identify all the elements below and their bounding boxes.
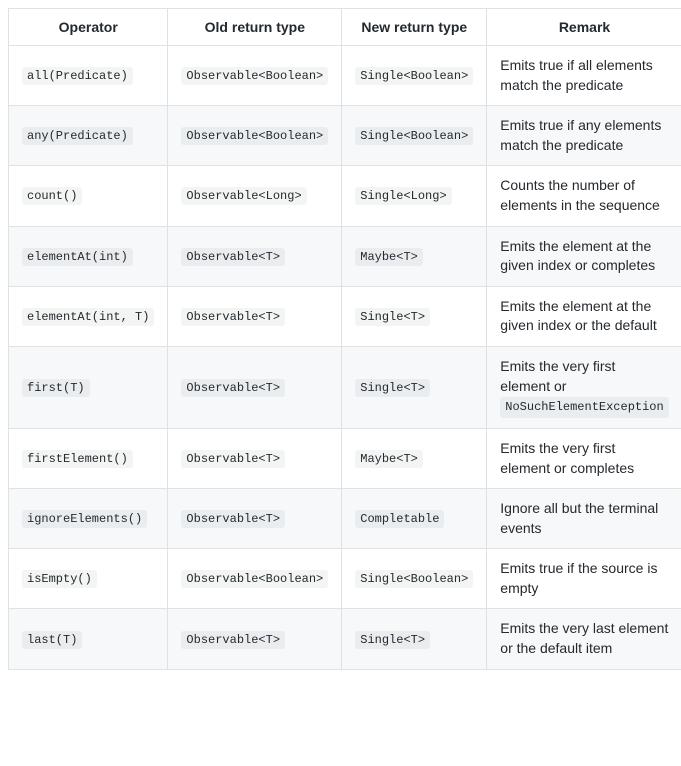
cell-operator: ignoreElements(): [9, 489, 168, 549]
old-return-code: Observable<T>: [181, 308, 285, 326]
operator-code: elementAt(int, T): [22, 308, 154, 326]
cell-old-return: Observable<Boolean>: [168, 46, 342, 106]
cell-remark: Emits the element at the given index or …: [487, 286, 681, 346]
new-return-code: Single<Boolean>: [355, 127, 473, 145]
old-return-code: Observable<Boolean>: [181, 570, 328, 588]
cell-old-return: Observable<T>: [168, 609, 342, 669]
table-row: all(Predicate) Observable<Boolean> Singl…: [9, 46, 681, 106]
cell-operator: firstElement(): [9, 428, 168, 488]
new-return-code: Single<T>: [355, 379, 430, 397]
remark-text: Emits true if all elements match the pre…: [500, 57, 653, 93]
new-return-code: Single<T>: [355, 308, 430, 326]
cell-remark: Emits the very first element or NoSuchEl…: [487, 346, 681, 428]
operator-code: firstElement(): [22, 450, 133, 468]
cell-remark: Emits the element at the given index or …: [487, 226, 681, 286]
old-return-code: Observable<Boolean>: [181, 67, 328, 85]
cell-old-return: Observable<T>: [168, 428, 342, 488]
operator-code: count(): [22, 187, 82, 205]
cell-new-return: Single<T>: [342, 609, 487, 669]
cell-remark: Emits true if the source is empty: [487, 549, 681, 609]
new-return-code: Single<Long>: [355, 187, 451, 205]
cell-remark: Ignore all but the terminal events: [487, 489, 681, 549]
remark-text: Ignore all but the terminal events: [500, 500, 658, 536]
cell-new-return: Single<Boolean>: [342, 106, 487, 166]
table-row: firstElement() Observable<T> Maybe<T> Em…: [9, 428, 681, 488]
remark-text: Emits the very first element or complete…: [500, 440, 634, 476]
remark-text: Emits true if the source is empty: [500, 560, 657, 596]
operator-code: last(T): [22, 631, 82, 649]
old-return-code: Observable<T>: [181, 450, 285, 468]
cell-new-return: Single<T>: [342, 346, 487, 428]
table-row: any(Predicate) Observable<Boolean> Singl…: [9, 106, 681, 166]
operator-code: all(Predicate): [22, 67, 133, 85]
old-return-code: Observable<T>: [181, 248, 285, 266]
cell-operator: elementAt(int): [9, 226, 168, 286]
new-return-code: Maybe<T>: [355, 248, 423, 266]
table-row: ignoreElements() Observable<T> Completab…: [9, 489, 681, 549]
cell-new-return: Single<Long>: [342, 166, 487, 226]
cell-new-return: Maybe<T>: [342, 428, 487, 488]
operator-code: first(T): [22, 379, 90, 397]
old-return-code: Observable<T>: [181, 510, 285, 528]
new-return-code: Completable: [355, 510, 444, 528]
new-return-code: Single<T>: [355, 631, 430, 649]
cell-remark: Emits true if all elements match the pre…: [487, 46, 681, 106]
remark-code: NoSuchElementException: [500, 397, 668, 418]
header-old-return: Old return type: [168, 9, 342, 46]
table-row: isEmpty() Observable<Boolean> Single<Boo…: [9, 549, 681, 609]
operator-code: ignoreElements(): [22, 510, 147, 528]
cell-remark: Counts the number of elements in the seq…: [487, 166, 681, 226]
header-remark: Remark: [487, 9, 681, 46]
cell-operator: elementAt(int, T): [9, 286, 168, 346]
old-return-code: Observable<T>: [181, 379, 285, 397]
cell-new-return: Single<Boolean>: [342, 46, 487, 106]
operator-code: elementAt(int): [22, 248, 133, 266]
cell-old-return: Observable<T>: [168, 346, 342, 428]
remark-text: Emits the very last element or the defau…: [500, 620, 668, 656]
cell-remark: Emits the very first element or complete…: [487, 428, 681, 488]
old-return-code: Observable<Long>: [181, 187, 306, 205]
cell-new-return: Maybe<T>: [342, 226, 487, 286]
old-return-code: Observable<Boolean>: [181, 127, 328, 145]
remark-text: Emits the element at the given index or …: [500, 238, 655, 274]
cell-operator: any(Predicate): [9, 106, 168, 166]
old-return-code: Observable<T>: [181, 631, 285, 649]
operator-comparison-table: Operator Old return type New return type…: [8, 8, 681, 670]
cell-operator: all(Predicate): [9, 46, 168, 106]
remark-text: Counts the number of elements in the seq…: [500, 177, 660, 213]
cell-operator: count(): [9, 166, 168, 226]
cell-operator: last(T): [9, 609, 168, 669]
cell-new-return: Single<Boolean>: [342, 549, 487, 609]
table-row: last(T) Observable<T> Single<T> Emits th…: [9, 609, 681, 669]
header-new-return: New return type: [342, 9, 487, 46]
table-row: elementAt(int) Observable<T> Maybe<T> Em…: [9, 226, 681, 286]
cell-old-return: Observable<Boolean>: [168, 106, 342, 166]
cell-new-return: Completable: [342, 489, 487, 549]
new-return-code: Single<Boolean>: [355, 570, 473, 588]
table-header-row: Operator Old return type New return type…: [9, 9, 681, 46]
table-row: elementAt(int, T) Observable<T> Single<T…: [9, 286, 681, 346]
operator-code: any(Predicate): [22, 127, 133, 145]
header-operator: Operator: [9, 9, 168, 46]
table-row: count() Observable<Long> Single<Long> Co…: [9, 166, 681, 226]
new-return-code: Maybe<T>: [355, 450, 423, 468]
cell-old-return: Observable<Boolean>: [168, 549, 342, 609]
new-return-code: Single<Boolean>: [355, 67, 473, 85]
cell-remark: Emits true if any elements match the pre…: [487, 106, 681, 166]
remark-text: Emits the very first element or: [500, 358, 615, 394]
remark-text: Emits true if any elements match the pre…: [500, 117, 661, 153]
cell-old-return: Observable<Long>: [168, 166, 342, 226]
table-row: first(T) Observable<T> Single<T> Emits t…: [9, 346, 681, 428]
cell-old-return: Observable<T>: [168, 286, 342, 346]
remark-text: Emits the element at the given index or …: [500, 298, 656, 334]
cell-old-return: Observable<T>: [168, 226, 342, 286]
operator-code: isEmpty(): [22, 570, 97, 588]
cell-old-return: Observable<T>: [168, 489, 342, 549]
cell-operator: isEmpty(): [9, 549, 168, 609]
cell-remark: Emits the very last element or the defau…: [487, 609, 681, 669]
cell-new-return: Single<T>: [342, 286, 487, 346]
cell-operator: first(T): [9, 346, 168, 428]
